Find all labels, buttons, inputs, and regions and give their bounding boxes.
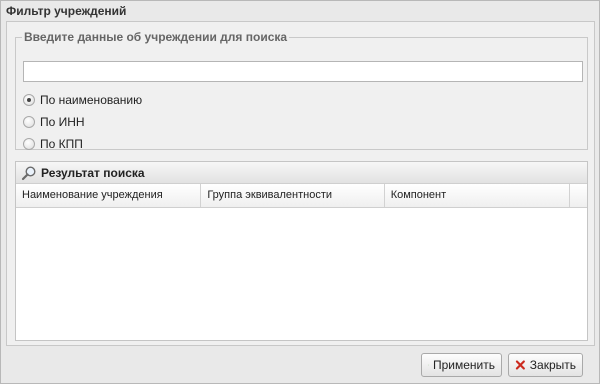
radio-by-kpp[interactable]: По КПП xyxy=(23,137,83,151)
radio-by-kpp-label: По КПП xyxy=(40,137,83,151)
search-input[interactable] xyxy=(23,61,583,82)
checkmark-icon xyxy=(428,364,429,366)
dialog-body: Введите данные об учреждении для поиска … xyxy=(6,21,595,346)
results-header: Результат поиска xyxy=(16,162,587,184)
close-button-label: Закрыть xyxy=(529,358,576,372)
radio-by-name-label: По наименованию xyxy=(40,93,143,107)
radio-by-inn-label: По ИНН xyxy=(40,115,85,129)
results-grid-body[interactable] xyxy=(16,208,587,340)
results-title: Результат поиска xyxy=(41,165,145,180)
radio-by-name-button[interactable] xyxy=(23,94,35,106)
filter-dialog: Фильтр учреждений Введите данные об учре… xyxy=(0,0,600,384)
column-header-component[interactable]: Компонент xyxy=(385,184,571,207)
column-header-name[interactable]: Наименование учреждения xyxy=(16,184,202,207)
radio-by-kpp-button[interactable] xyxy=(23,138,35,150)
magnifier-icon xyxy=(21,165,36,180)
apply-button-label: Применить xyxy=(432,358,495,372)
results-grid-header: Наименование учреждения Группа эквивален… xyxy=(16,184,587,208)
radio-by-name[interactable]: По наименованию xyxy=(23,93,142,107)
results-panel: Результат поиска Наименование учреждения… xyxy=(15,161,588,341)
radio-by-inn-button[interactable] xyxy=(23,116,35,128)
search-group: Введите данные об учреждении для поиска … xyxy=(15,30,588,151)
close-button[interactable]: Закрыть xyxy=(508,353,583,377)
apply-button[interactable]: Применить xyxy=(421,353,502,377)
search-group-legend: Введите данные об учреждении для поиска xyxy=(24,30,288,44)
dialog-title: Фильтр учреждений xyxy=(6,4,127,18)
close-x-icon xyxy=(515,360,525,370)
radio-by-inn[interactable]: По ИНН xyxy=(23,115,85,129)
column-header-equivalence-group[interactable]: Группа эквивалентности xyxy=(201,184,385,207)
column-header-spacer xyxy=(570,184,587,207)
